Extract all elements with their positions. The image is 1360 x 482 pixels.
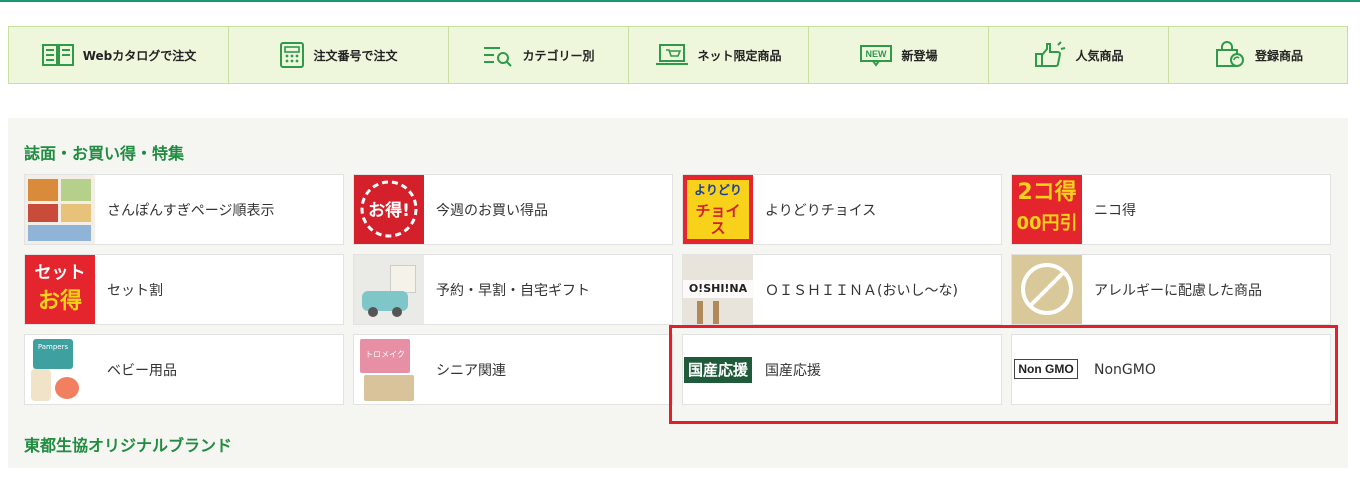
card-label: ニコ得 bbox=[1094, 202, 1136, 219]
senior-products-image: トロメイク bbox=[354, 335, 424, 404]
yoridori-logo: よりどり チョイス bbox=[683, 175, 753, 244]
feature-panel: 誌面・お買い得・特集 さんぽんすぎページ順表示 お得! 今週のお買い得品 よりど… bbox=[8, 118, 1348, 468]
oishiina-logo: O!SHI!NA bbox=[683, 255, 753, 324]
oishiina-logo-text: O!SHI!NA bbox=[688, 282, 748, 295]
nav-label: ネット限定商品 bbox=[697, 48, 782, 63]
badge-text: お得! bbox=[368, 200, 410, 221]
senior-product-label: トロメイク bbox=[365, 350, 405, 359]
nav-label: Webカタログで注文 bbox=[82, 48, 197, 63]
non-gmo-logo: Non GMO bbox=[1012, 335, 1082, 404]
laptop-cart-icon bbox=[656, 44, 689, 65]
card-reserve-gift[interactable]: 予約・早割・自宅ギフト bbox=[353, 254, 673, 325]
nav-net-limited[interactable]: ネット限定商品 bbox=[629, 27, 809, 83]
set-discount-badge-icon: セット お得 bbox=[25, 255, 95, 324]
nav-order-number[interactable]: 注文番号で注文 bbox=[229, 27, 449, 83]
nav-label: カテゴリー別 bbox=[522, 48, 595, 63]
toy-car-house-image bbox=[354, 255, 424, 324]
card-weekly-deals[interactable]: お得! 今週のお買い得品 bbox=[353, 174, 673, 245]
card-niko-toku[interactable]: 2コ得 00円引 ニコ得 bbox=[1011, 174, 1331, 245]
order-nav-bar: Webカタログで注文 注文番号で注文 カテゴリー別 ネット限定商品 NEW 新登… bbox=[8, 26, 1348, 84]
card-label: 国産応援 bbox=[765, 362, 821, 379]
section-title-original-brand: 東都生協オリジナルブランド bbox=[24, 436, 233, 455]
section-title: 誌面・お買い得・特集 bbox=[24, 144, 185, 163]
nav-web-catalog[interactable]: Webカタログで注文 bbox=[9, 27, 229, 83]
card-yoridori-choice[interactable]: よりどり チョイス よりどりチョイス bbox=[682, 174, 1002, 245]
nav-category[interactable]: カテゴリー別 bbox=[449, 27, 629, 83]
svg-text:NEW: NEW bbox=[866, 49, 888, 59]
card-label: さんぽんすぎページ順表示 bbox=[107, 202, 275, 219]
card-allergy[interactable]: アレルギーに配慮した商品 bbox=[1011, 254, 1331, 325]
nav-popular[interactable]: 人気商品 bbox=[989, 27, 1169, 83]
shopping-bag-refresh-icon bbox=[1215, 41, 1244, 67]
non-gmo-logo-text: Non GMO bbox=[1018, 362, 1074, 376]
card-senior[interactable]: トロメイク シニア関連 bbox=[353, 334, 673, 405]
card-non-gmo[interactable]: Non GMO NonGMO bbox=[1011, 334, 1331, 405]
nav-registered[interactable]: 登録商品 bbox=[1169, 27, 1347, 83]
nav-label: 注文番号で注文 bbox=[313, 48, 398, 63]
card-label: NonGMO bbox=[1094, 361, 1156, 378]
card-baby-goods[interactable]: Pampers ベビー用品 bbox=[24, 334, 344, 405]
pampers-label: Pampers bbox=[37, 343, 69, 351]
nav-label: 新登場 bbox=[901, 48, 938, 63]
nav-new-arrivals[interactable]: NEW 新登場 bbox=[809, 27, 989, 83]
domestic-logo-text: 国産応援 bbox=[687, 361, 748, 379]
niko-toku-badge-icon: 2コ得 00円引 bbox=[1012, 175, 1082, 244]
baby-products-image: Pampers bbox=[25, 335, 95, 404]
catalog-thumbnail bbox=[25, 175, 95, 244]
new-badge-icon: NEW bbox=[860, 45, 893, 67]
feature-grid: さんぽんすぎページ順表示 お得! 今週のお買い得品 よりどり チョイス よりどり… bbox=[24, 174, 1331, 405]
card-set-discount[interactable]: セット お得 セット割 bbox=[24, 254, 344, 325]
card-sanpon-page[interactable]: さんぽんすぎページ順表示 bbox=[24, 174, 344, 245]
catalog-book-icon bbox=[41, 44, 74, 66]
nav-label: 人気商品 bbox=[1075, 48, 1124, 63]
thumbs-up-icon bbox=[1035, 41, 1066, 67]
card-label: よりどりチョイス bbox=[765, 202, 877, 219]
card-label: 予約・早割・自宅ギフト bbox=[436, 282, 590, 299]
card-label: セット割 bbox=[107, 282, 163, 299]
calculator-icon bbox=[280, 42, 305, 68]
card-label: 今週のお買い得品 bbox=[436, 202, 548, 219]
top-rule bbox=[0, 0, 1360, 2]
card-label: アレルギーに配慮した商品 bbox=[1094, 282, 1262, 299]
card-label: シニア関連 bbox=[436, 362, 506, 379]
card-domestic-support[interactable]: 国産応援 国産応援 bbox=[682, 334, 1002, 405]
card-oishiina[interactable]: O!SHI!NA ＯＩＳＨＩＩＮＡ(おいし〜な) bbox=[682, 254, 1002, 325]
allergy-wheat-icon bbox=[1012, 255, 1082, 324]
weekly-deals-badge-icon: お得! bbox=[354, 175, 424, 244]
category-search-icon bbox=[484, 47, 513, 67]
card-label: ＯＩＳＨＩＩＮＡ(おいし〜な) bbox=[765, 282, 958, 299]
domestic-support-logo: 国産応援 bbox=[683, 335, 753, 404]
card-label: ベビー用品 bbox=[107, 362, 177, 379]
nav-label: 登録商品 bbox=[1254, 48, 1303, 63]
